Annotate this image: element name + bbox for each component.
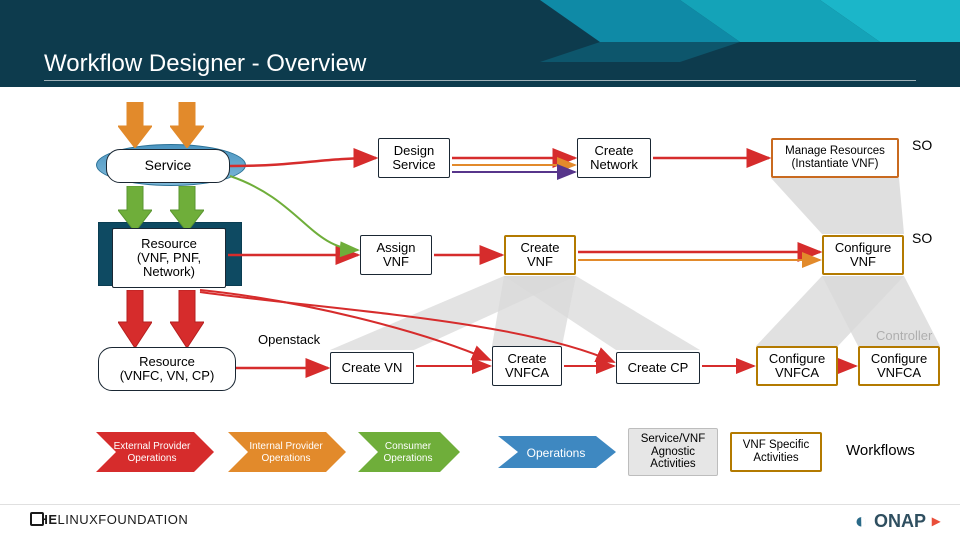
arrow-down-to-service-2: [170, 102, 204, 153]
arrow-down-to-resource2-1: [118, 290, 152, 353]
so-label-row2: SO: [912, 230, 932, 246]
legend-vnf-specific-box: VNF Specific Activities: [730, 432, 822, 472]
page-title: Workflow Designer - Overview: [44, 50, 366, 78]
onap-logo: ◐ONAP▸: [855, 508, 940, 534]
configure-vnfca-left-box: Configure VNFCA: [756, 346, 838, 386]
configure-vnf-box: Configure VNF: [822, 235, 904, 275]
footer: THELINUXFOUNDATION ◐ONAP▸: [0, 504, 960, 540]
create-network-box: Create Network: [577, 138, 651, 178]
linux-foundation-logo: THELINUXFOUNDATION: [30, 512, 188, 527]
svg-text:Operations: Operations: [384, 453, 433, 464]
resource1-box: Resource (VNF, PNF, Network): [112, 228, 226, 288]
resource2-box: Resource (VNFC, VN, CP): [98, 347, 236, 391]
arrow-down-to-resource2-2: [170, 290, 204, 353]
title-strip: Workflow Designer - Overview: [0, 42, 960, 87]
top-bar-shapes: [540, 0, 960, 42]
service-box: Service: [106, 149, 230, 183]
legend-internal-arrow: Internal Provider Operations: [228, 432, 346, 472]
create-vn-box: Create VN: [330, 352, 414, 384]
svg-text:Consumer: Consumer: [385, 441, 432, 452]
create-vnf-box: Create VNF: [504, 235, 576, 275]
assign-vnf-box: Assign VNF: [360, 235, 432, 275]
svg-text:Operations: Operations: [262, 453, 311, 464]
top-bar: [0, 0, 960, 42]
design-service-box: Design Service: [378, 138, 450, 178]
legend-external-arrow: External Provider Operations: [96, 432, 214, 472]
create-cp-box: Create CP: [616, 352, 700, 384]
controller-label: Controller: [876, 328, 932, 343]
legend-consumer-arrow: Consumer Operations: [358, 432, 460, 472]
svg-text:Operations: Operations: [527, 446, 586, 460]
svg-text:External Provider: External Provider: [114, 441, 191, 452]
legend-operations-arrow: Operations: [498, 436, 616, 468]
so-label-row1: SO: [912, 137, 932, 153]
create-vnfca-box: Create VNFCA: [492, 346, 562, 386]
configure-vnfca-right-box: Configure VNFCA: [858, 346, 940, 386]
svg-text:Operations: Operations: [128, 453, 177, 464]
legend-workflows-label: Workflows: [846, 442, 915, 459]
manage-resources-box: Manage Resources (Instantiate VNF): [771, 138, 899, 178]
arrow-down-to-service-1: [118, 102, 152, 153]
legend-svc-agnostic-box: Service/VNF Agnostic Activities: [628, 428, 718, 476]
title-rule: [44, 80, 916, 81]
svg-text:Internal Provider: Internal Provider: [249, 441, 323, 452]
openstack-label: Openstack: [258, 332, 320, 347]
